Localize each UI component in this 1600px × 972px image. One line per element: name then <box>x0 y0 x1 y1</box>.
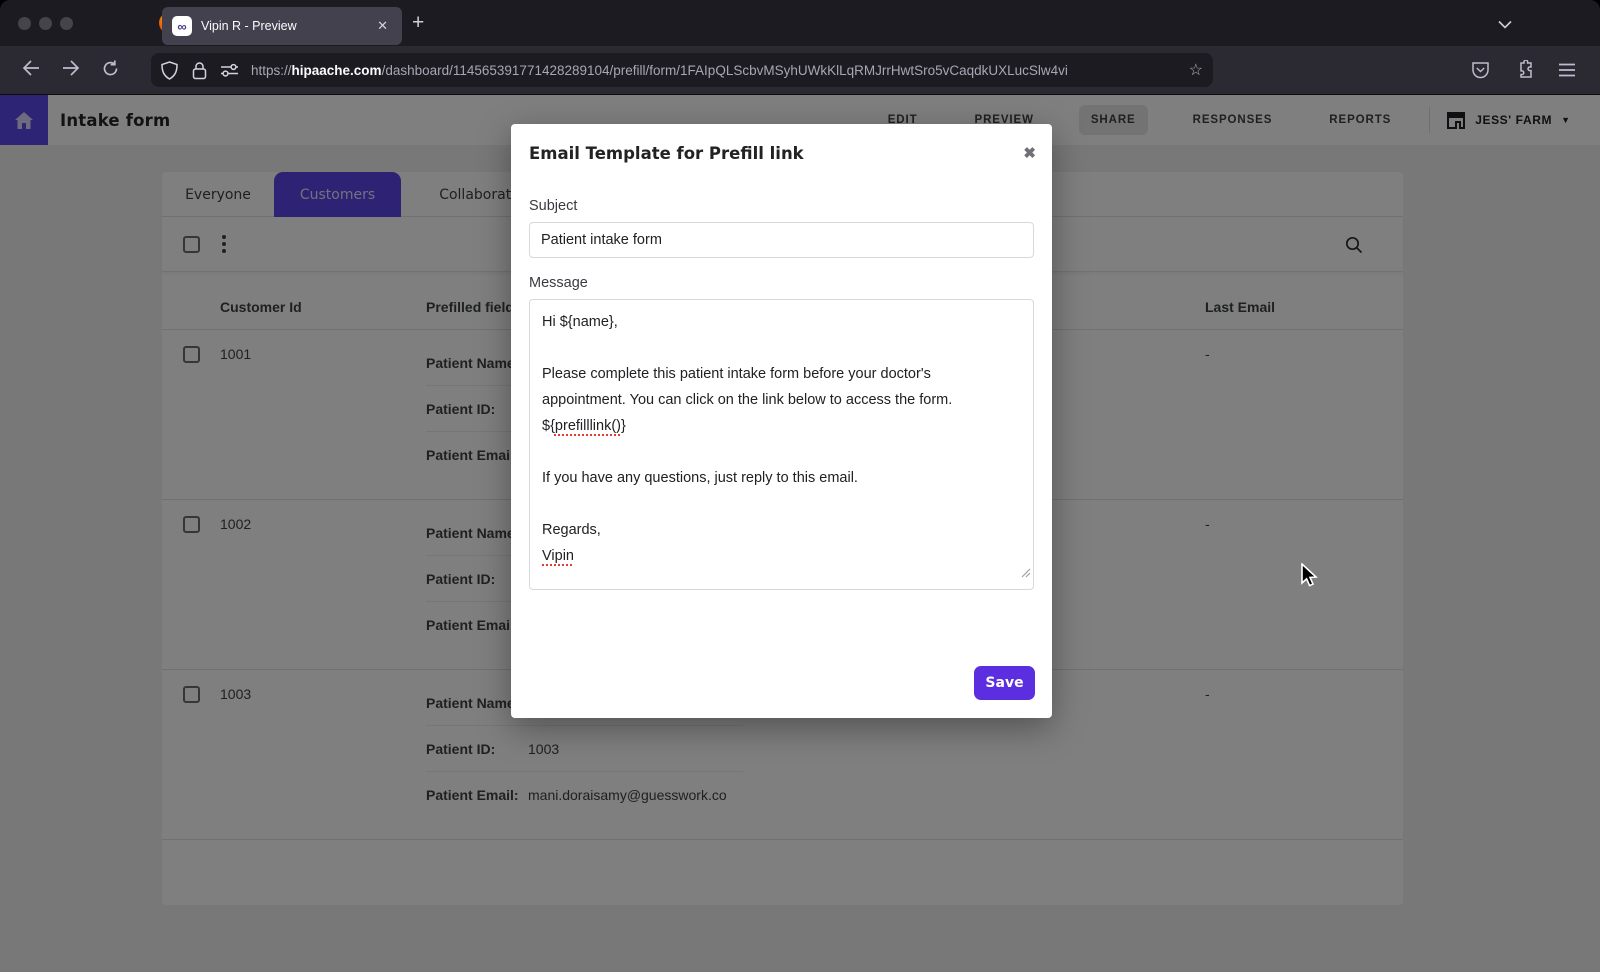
save-button[interactable]: Save <box>974 666 1035 700</box>
url-text[interactable]: https://hipaache.com/dashboard/114565391… <box>251 63 1183 78</box>
new-tab-button[interactable]: + <box>412 11 424 35</box>
window-minimize-button[interactable] <box>39 17 52 30</box>
tab-close-icon[interactable]: ✕ <box>373 16 392 36</box>
reload-button[interactable] <box>102 60 119 81</box>
extensions-puzzle-icon[interactable] <box>1514 60 1534 80</box>
subject-label: Subject <box>529 198 1034 214</box>
tab-list-chevron-icon[interactable] <box>1498 16 1512 34</box>
back-button[interactable] <box>22 60 40 80</box>
browser-tab[interactable]: ∞ Vipin R - Preview ✕ <box>162 7 402 45</box>
window-close-button[interactable] <box>18 17 31 30</box>
bookmark-star-icon[interactable]: ☆ <box>1189 60 1203 80</box>
site-favicon-icon: ∞ <box>172 16 192 36</box>
browser-tab-strip: ∞ Vipin R - Preview ✕ + <box>0 0 1600 46</box>
window-controls[interactable] <box>18 17 73 30</box>
modal-close-icon[interactable]: ✖ <box>1023 144 1036 162</box>
resize-handle[interactable] <box>1021 561 1031 587</box>
tracking-protection-shield-icon[interactable] <box>161 61 178 80</box>
forward-button[interactable] <box>62 60 80 80</box>
mouse-cursor <box>1298 563 1320 594</box>
page-content: Intake form EDIT PREVIEW SHARE RESPONSES… <box>0 95 1600 972</box>
email-template-modal: Email Template for Prefill link ✖ Subjec… <box>511 124 1052 718</box>
subject-input[interactable] <box>529 222 1034 258</box>
window-zoom-button[interactable] <box>60 17 73 30</box>
message-label: Message <box>529 275 1034 291</box>
lock-icon[interactable] <box>192 61 207 80</box>
permissions-icon[interactable] <box>220 63 239 77</box>
modal-title: Email Template for Prefill link <box>529 144 1034 163</box>
browser-window: ∞ Vipin R - Preview ✕ + https://hipaache… <box>0 0 1600 972</box>
pocket-icon[interactable] <box>1471 61 1490 80</box>
message-textarea[interactable]: Hi ${name}, Please complete this patient… <box>529 299 1034 590</box>
menu-hamburger-icon[interactable] <box>1558 63 1576 77</box>
tab-title: Vipin R - Preview <box>201 19 373 33</box>
url-bar[interactable]: https://hipaache.com/dashboard/114565391… <box>151 53 1213 87</box>
browser-toolbar: https://hipaache.com/dashboard/114565391… <box>0 46 1600 95</box>
